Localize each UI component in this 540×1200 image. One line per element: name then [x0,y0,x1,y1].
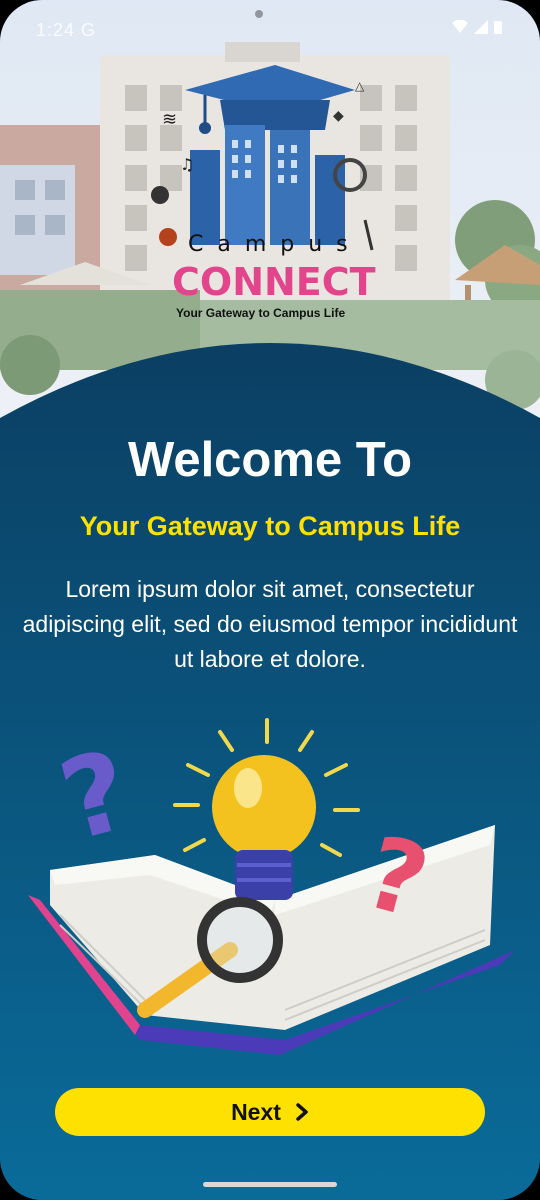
svg-text:◆: ◆ [333,108,344,124]
welcome-subtitle: Your Gateway to Campus Life [79,511,461,541]
svg-text:♫: ♫ [180,155,194,174]
front-camera [255,10,263,18]
welcome-title: Welcome To [127,433,413,487]
magnifier-icon [197,897,283,983]
chevron-right-icon [296,1103,308,1121]
svg-text:≋: ≋ [162,109,177,130]
logo-connect-text: CONNECT [172,260,376,304]
lightbulb-icon [212,755,316,859]
welcome-description: Lorem ipsum dolor sit amet, consectetur … [22,576,518,672]
status-bar: 1:24 G [0,0,540,60]
home-indicator[interactable] [203,1182,337,1187]
battery-icon [494,21,502,34]
wifi-icon [452,20,468,33]
svg-text:△: △ [355,79,365,93]
logo-tagline: Your Gateway to Campus Life [176,306,345,320]
question-mark-left-icon: ? [48,726,143,866]
next-button[interactable]: Next [55,1088,485,1136]
campus-connect-logo: ≋ ♫ ◆ △ Campus CONNECT Your Gateway to C… [151,65,376,320]
next-button-label: Next [231,1098,281,1125]
onboarding-illustration: ? ? [28,718,515,1055]
status-time: 1:24 G [36,20,97,40]
signal-icon [474,20,488,34]
status-icons [452,20,502,34]
onboarding-screen: ≋ ♫ ◆ △ Campus CONNECT Your Gateway to C… [0,0,540,1200]
logo-campus-text: Campus [188,232,362,257]
